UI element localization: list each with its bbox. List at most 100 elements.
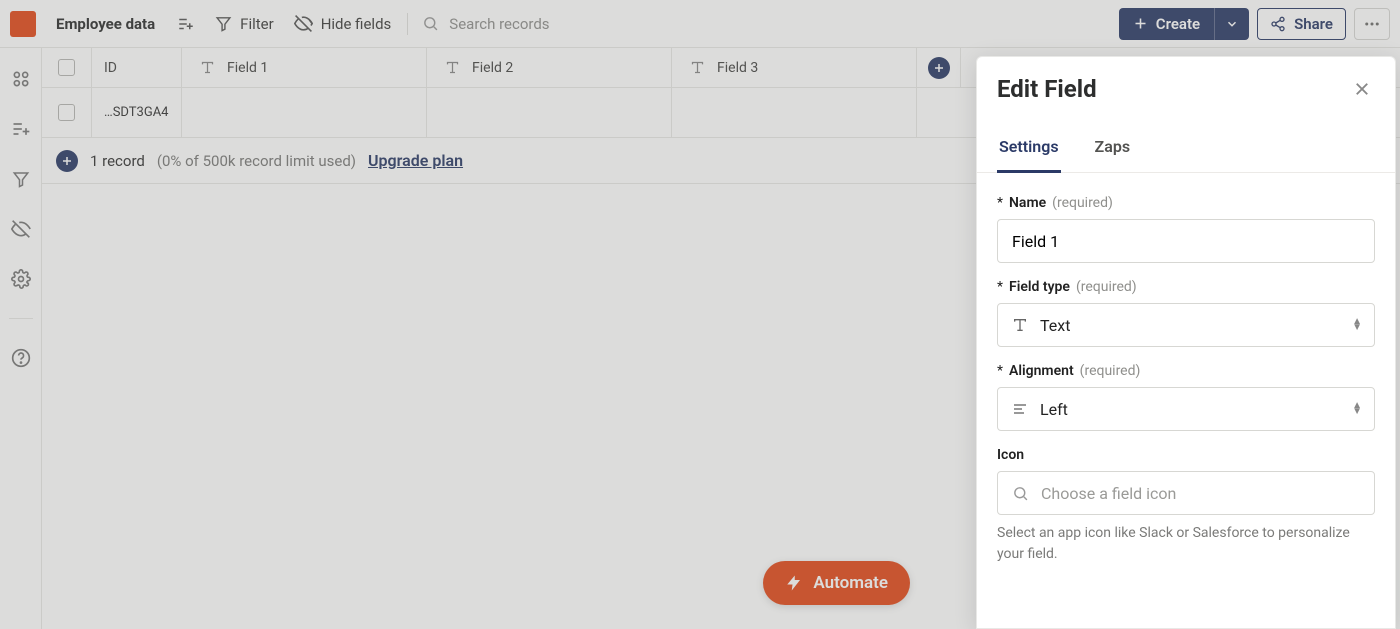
tab-settings[interactable]: Settings: [997, 129, 1061, 173]
panel-title: Edit Field: [997, 75, 1097, 103]
hide-fields-label: Hide fields: [321, 15, 392, 33]
row-checkbox[interactable]: [58, 104, 75, 121]
create-label: Create: [1156, 15, 1200, 33]
automate-button[interactable]: Automate: [763, 561, 910, 605]
close-button[interactable]: [1349, 76, 1375, 102]
rail-help-icon[interactable]: [10, 347, 32, 369]
filter-button[interactable]: Filter: [205, 9, 284, 39]
icon-picker[interactable]: Choose a field icon: [997, 471, 1375, 515]
header-field-1[interactable]: Field 1: [182, 48, 427, 87]
edit-field-panel: Edit Field Settings Zaps * Name (require…: [976, 56, 1396, 629]
icon-group: Icon Choose a field icon Select an app i…: [997, 447, 1375, 565]
header-id[interactable]: ID: [92, 48, 182, 87]
topbar: Employee data Filter Hide fields Search …: [0, 0, 1400, 48]
text-type-icon: [1012, 317, 1028, 333]
more-button[interactable]: [1354, 8, 1390, 40]
add-record-button[interactable]: [56, 150, 78, 172]
required-asterisk: *: [997, 195, 1003, 211]
header-field-2-label: Field 2: [472, 60, 513, 76]
upgrade-link[interactable]: Upgrade plan: [368, 151, 463, 170]
align-left-icon: [1012, 401, 1028, 417]
row-cell-1[interactable]: [182, 88, 427, 137]
alignment-value: Left: [1040, 400, 1068, 419]
field-type-label: Field type: [1009, 279, 1070, 295]
field-type-value: Text: [1040, 316, 1070, 335]
row-cell-3[interactable]: [672, 88, 917, 137]
header-field-3[interactable]: Field 3: [672, 48, 917, 87]
panel-form: * Name (required) * Field type (required…: [977, 173, 1395, 575]
text-type-icon: [445, 60, 460, 75]
row-id-cell[interactable]: …SDT3GA4: [92, 88, 182, 137]
chevron-down-icon: [1225, 17, 1239, 31]
filter-icon: [215, 15, 232, 32]
create-dropdown-button[interactable]: [1214, 8, 1249, 40]
text-type-icon: [690, 60, 705, 75]
chevron-up-down-icon: ▲▼: [1352, 403, 1362, 415]
share-label: Share: [1294, 15, 1333, 33]
alignment-label: Alignment: [1009, 363, 1074, 379]
name-group: * Name (required): [997, 195, 1375, 263]
panel-tabs: Settings Zaps: [977, 119, 1395, 173]
required-asterisk: *: [997, 279, 1003, 295]
header-id-label: ID: [104, 60, 117, 76]
row-id-value: …SDT3GA4: [104, 105, 168, 120]
rail-hide-icon[interactable]: [10, 218, 32, 240]
icon-help-text: Select an app icon like Slack or Salesfo…: [997, 523, 1375, 565]
share-button[interactable]: Share: [1257, 8, 1346, 40]
filter-label: Filter: [240, 15, 274, 33]
field-type-hint: (required): [1076, 279, 1137, 295]
name-input[interactable]: [1012, 232, 1360, 251]
close-icon: [1353, 80, 1371, 98]
name-label: Name: [1009, 195, 1046, 211]
search-icon: [1012, 485, 1029, 502]
select-all-checkbox[interactable]: [58, 59, 75, 76]
rail-separator: [9, 318, 33, 319]
automate-label: Automate: [813, 573, 888, 593]
text-type-icon: [200, 60, 215, 75]
chevron-up-down-icon: ▲▼: [1352, 319, 1362, 331]
record-count: 1 record: [90, 152, 145, 170]
share-icon: [1270, 16, 1286, 32]
plus-list-icon: [177, 15, 195, 33]
rail-apps-icon[interactable]: [10, 68, 32, 90]
add-field-cell: [917, 48, 961, 87]
plus-icon: [1133, 16, 1148, 31]
record-limit: (0% of 500k record limit used): [157, 152, 356, 170]
add-field-button[interactable]: [928, 57, 950, 79]
table-title: Employee data: [56, 15, 155, 33]
required-asterisk: *: [997, 363, 1003, 379]
alignment-hint: (required): [1080, 363, 1141, 379]
left-rail: [0, 48, 42, 629]
tab-zaps[interactable]: Zaps: [1093, 129, 1133, 172]
lightning-icon: [785, 574, 803, 592]
plus-icon: [61, 155, 73, 167]
search-icon: [422, 15, 439, 32]
app-logo[interactable]: [10, 11, 36, 37]
field-type-select[interactable]: Text ▲▼: [997, 303, 1375, 347]
row-cell-2[interactable]: [427, 88, 672, 137]
more-horizontal-icon: [1363, 15, 1381, 33]
rail-settings-icon[interactable]: [10, 268, 32, 290]
add-view-button[interactable]: [167, 9, 205, 39]
search-input-wrap[interactable]: Search records: [414, 9, 1118, 39]
icon-label: Icon: [997, 447, 1024, 463]
create-button[interactable]: Create: [1119, 8, 1214, 40]
rail-filter-icon[interactable]: [10, 168, 32, 190]
search-placeholder: Search records: [449, 15, 549, 33]
rail-add-icon[interactable]: [10, 118, 32, 140]
name-input-wrap: [997, 219, 1375, 263]
eye-off-icon: [294, 14, 313, 33]
alignment-group: * Alignment (required) Left ▲▼: [997, 363, 1375, 431]
toolbar-divider: [407, 13, 408, 35]
header-checkbox-cell: [42, 48, 92, 87]
alignment-select[interactable]: Left ▲▼: [997, 387, 1375, 431]
hide-fields-button[interactable]: Hide fields: [284, 8, 402, 39]
field-type-group: * Field type (required) Text ▲▼: [997, 279, 1375, 347]
icon-placeholder: Choose a field icon: [1041, 484, 1176, 503]
header-field-3-label: Field 3: [717, 60, 758, 76]
name-hint: (required): [1052, 195, 1113, 211]
header-field-1-label: Field 1: [227, 60, 268, 76]
header-field-2[interactable]: Field 2: [427, 48, 672, 87]
plus-icon: [933, 62, 945, 74]
row-checkbox-cell: [42, 88, 92, 137]
